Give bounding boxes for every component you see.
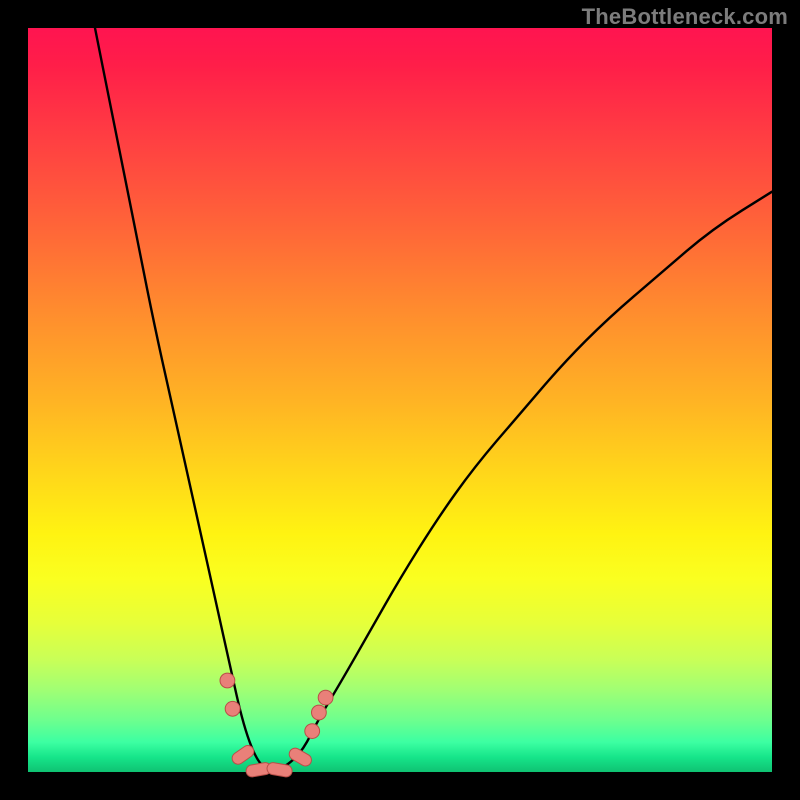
marker-dot xyxy=(225,701,240,716)
marker-pill xyxy=(230,743,256,766)
marker-pill xyxy=(287,746,314,768)
chart-svg xyxy=(28,28,772,772)
bottleneck-curve xyxy=(95,28,772,770)
marker-dot xyxy=(318,690,333,705)
plot-area xyxy=(28,28,772,772)
watermark-label: TheBottleneck.com xyxy=(582,4,788,30)
marker-group xyxy=(220,673,333,778)
marker-dot xyxy=(312,705,327,720)
chart-canvas: TheBottleneck.com xyxy=(0,0,800,800)
curve-group xyxy=(95,28,772,770)
marker-dot xyxy=(305,724,320,739)
marker-dot xyxy=(220,673,235,688)
